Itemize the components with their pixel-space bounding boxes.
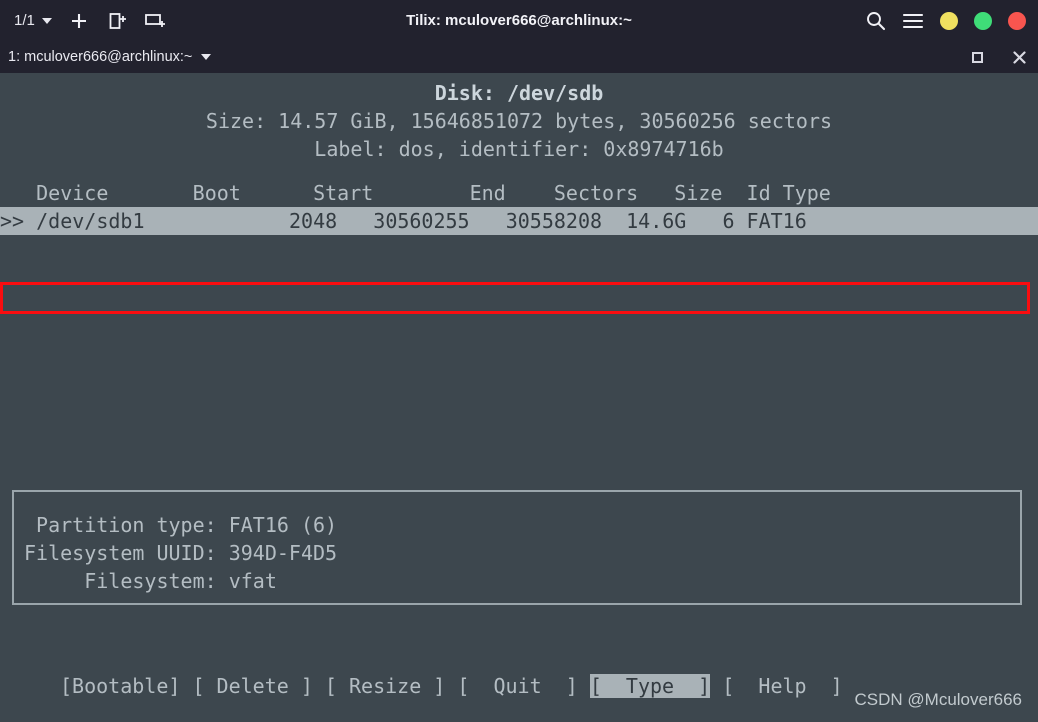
add-terminal-icon[interactable] <box>68 10 90 32</box>
disk-header: Disk: /dev/sdb Size: 14.57 GiB, 15646851… <box>0 79 1038 163</box>
partition-type-line: Partition type: FAT16 (6) <box>24 513 338 537</box>
titlebar-left-controls: 1/1 <box>0 10 166 32</box>
split-horizontal-icon[interactable] <box>106 10 128 32</box>
tab-close-icon[interactable] <box>1010 48 1028 66</box>
partition-table-header: Device Boot Start End Sectors Size Id Ty… <box>0 181 831 205</box>
split-vertical-icon[interactable] <box>144 10 166 32</box>
tab-maximize-icon[interactable] <box>968 48 986 66</box>
watermark: CSDN @Mculover666 <box>854 690 1022 709</box>
hamburger-menu-icon[interactable] <box>902 10 924 32</box>
tab-chevron-down-icon[interactable] <box>201 54 212 60</box>
session-selector[interactable]: 1/1 <box>14 12 52 29</box>
close-button[interactable] <box>1008 11 1026 30</box>
buttons-row1-leading[interactable]: [Bootable] [ Delete ] [ Resize ] [ Quit … <box>60 674 590 698</box>
window-titlebar: 1/1 Tilix: mculover666@archlinux:~ <box>0 0 1038 41</box>
tab-terminal-1[interactable]: 1: mculover666@archlinux:~ <box>0 49 212 65</box>
partition-info-panel: Partition type: FAT16 (6) Filesystem UUI… <box>12 490 1022 605</box>
search-icon[interactable] <box>864 10 886 32</box>
table-row[interactable]: >> /dev/sdb1 2048 30560255 30558208 14.6… <box>0 207 1038 235</box>
chevron-down-icon <box>41 17 52 24</box>
disk-name-line: Disk: /dev/sdb <box>434 81 604 105</box>
titlebar-right-controls <box>864 0 1026 41</box>
disk-size-line: Size: 14.57 GiB, 15646851072 bytes, 3056… <box>205 109 833 133</box>
help-button[interactable]: [ Help ] <box>710 674 842 698</box>
type-button[interactable]: [ Type ] <box>589 674 711 698</box>
tabbar-window-controls <box>968 48 1028 66</box>
selected-partition-highlight <box>0 282 1030 314</box>
filesystem-line: Filesystem: vfat <box>24 569 277 593</box>
session-count-label: 1/1 <box>14 12 35 29</box>
terminal-tabbar: 1: mculover666@archlinux:~ <box>0 41 1038 73</box>
tab-label: 1: mculover666@archlinux:~ <box>8 49 193 65</box>
tilix-window: 1/1 Tilix: mculover666@archlinux:~ 1: mc… <box>0 0 1038 722</box>
minimize-button[interactable] <box>940 11 958 30</box>
maximize-button[interactable] <box>974 11 992 30</box>
partition-table: Device Boot Start End Sectors Size Id Ty… <box>0 179 1038 235</box>
filesystem-uuid-line: Filesystem UUID: 394D-F4D5 <box>24 541 338 565</box>
terminal-content[interactable]: Disk: /dev/sdb Size: 14.57 GiB, 15646851… <box>0 73 1038 722</box>
disk-label-line: Label: dos, identifier: 0x8974716b <box>314 137 724 161</box>
